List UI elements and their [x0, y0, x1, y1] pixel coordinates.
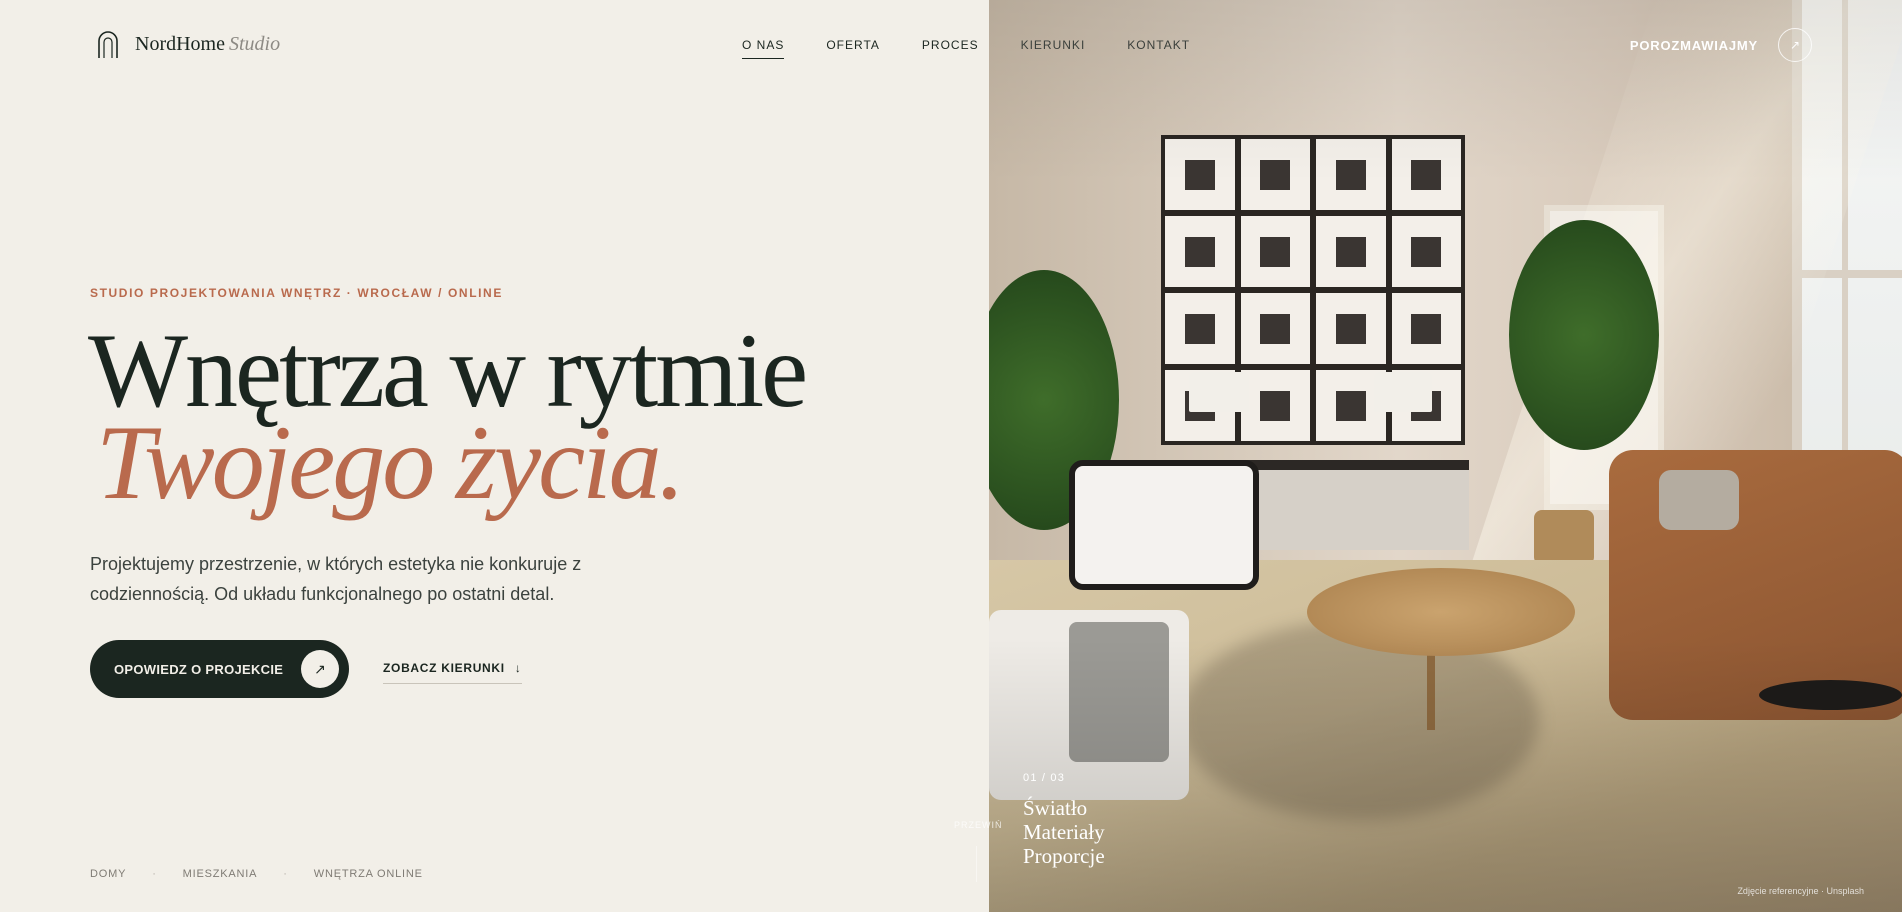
category-apartments[interactable]: MIESZKANIA: [183, 868, 258, 880]
brand-name: NordHome Studio: [135, 33, 280, 56]
category-list: DOMY · MIESZKANIA · WNĘTRZA ONLINE: [90, 868, 423, 880]
brand-logo[interactable]: NordHome Studio: [97, 30, 280, 58]
hero-eyebrow: STUDIO PROJEKTOWANIA WNĘTRZ · WROCŁAW / …: [90, 286, 503, 300]
arrow-down-icon: ↓: [514, 661, 522, 675]
slide-counter: 01 / 03: [1023, 772, 1066, 784]
scroll-hint: PRZEWIŃ: [954, 820, 1003, 830]
main-nav: O NAS OFERTA PROCES KIERUNKI KONTAKT: [742, 38, 1232, 59]
separator-dot: ·: [283, 868, 288, 880]
slide-item-light[interactable]: Światło: [1023, 796, 1105, 820]
brand-name-sub: Studio: [228, 32, 281, 55]
nav-directions[interactable]: KIERUNKI: [1021, 38, 1086, 59]
lets-talk-button[interactable]: POROZMAWIAJMY ↗: [1630, 28, 1812, 62]
scroll-hint-line: [976, 846, 977, 882]
category-online[interactable]: WNĘTRZA ONLINE: [314, 868, 423, 880]
see-directions-label: ZOBACZ KIERUNKI: [383, 661, 505, 675]
slide-item-materials[interactable]: Materiały: [1023, 820, 1105, 844]
category-homes[interactable]: DOMY: [90, 868, 126, 880]
nav-process[interactable]: PROCES: [922, 38, 979, 59]
lets-talk-label: POROZMAWIAJMY: [1629, 37, 1758, 53]
brand-name-main: NordHome: [135, 32, 225, 55]
nav-about[interactable]: O NAS: [742, 38, 785, 59]
tell-about-project-button[interactable]: OPOWIEDZ O PROJEKCIE ↗: [90, 640, 349, 698]
hero-photo: POROZMAWIAJMY ↗ Zdjęcie referencyjne · U…: [989, 0, 1902, 912]
arrow-up-right-icon: ↗: [1778, 28, 1812, 62]
nav-offer[interactable]: OFERTA: [826, 38, 880, 59]
arch-logo-icon: [98, 31, 118, 58]
slide-list: Światło Materiały Proporcje: [1023, 796, 1105, 868]
hero-title-accent: Twojego życia.: [96, 404, 685, 521]
hero-lead: Projektujemy przestrzenie, w których est…: [90, 554, 582, 604]
hero-left-panel: NordHome Studio STUDIO PROJEKTOWANIA WNĘT…: [0, 0, 989, 912]
photo-vignette: [989, 0, 1902, 912]
arrow-up-right-icon: ↗: [301, 650, 339, 688]
separator-dot: ·: [152, 868, 157, 880]
cta-label: OPOWIEDZ O PROJEKCIE: [114, 661, 284, 677]
nav-contact[interactable]: KONTAKT: [1127, 38, 1190, 59]
see-directions-link[interactable]: ZOBACZ KIERUNKI ↓: [383, 661, 522, 684]
photo-credit: Zdjęcie referencyjne · Unsplash: [1737, 886, 1864, 896]
slide-item-proportions[interactable]: Proporcje: [1023, 844, 1105, 868]
